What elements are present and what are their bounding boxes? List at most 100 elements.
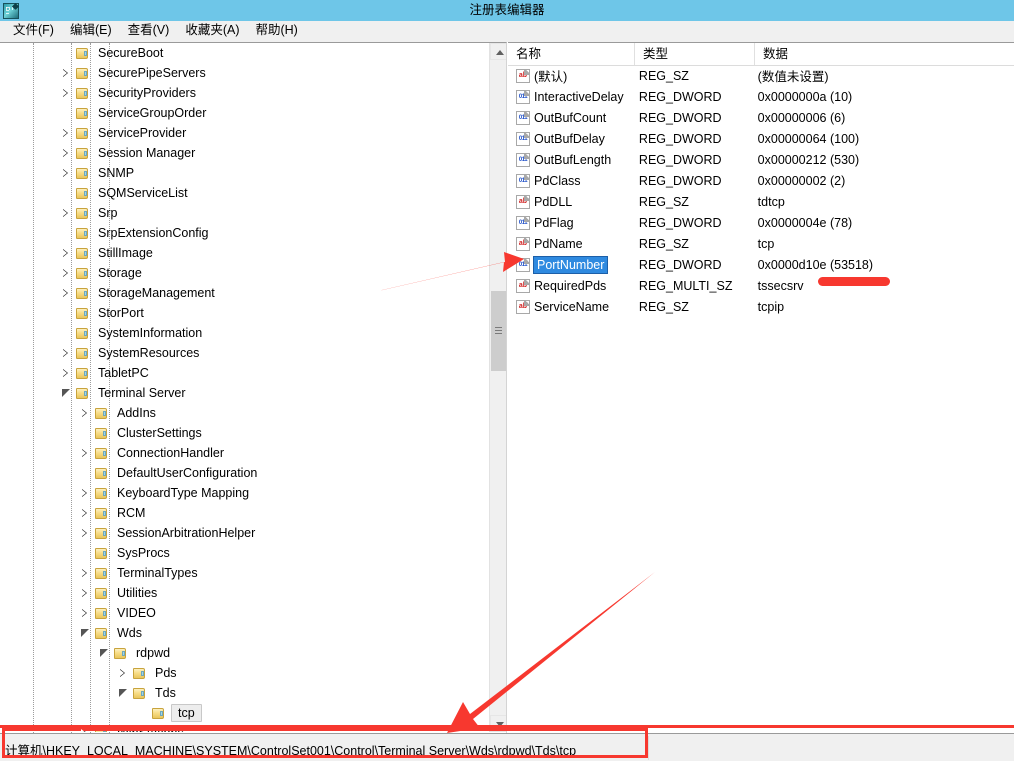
tree-node-wds[interactable]: Wds [0,623,490,643]
expand-triangle-icon[interactable] [116,663,132,683]
expand-triangle-icon[interactable] [59,83,75,103]
tree-node-terminaltypes[interactable]: TerminalTypes [0,563,490,583]
expand-triangle-icon[interactable] [78,603,94,623]
tree-node-servicegrouporder[interactable]: ServiceGroupOrder [0,103,490,123]
value-row[interactable]: ab PdDLL REG_SZ tdtcp [508,191,1014,212]
tree-node-winstations[interactable]: WinStations [0,723,490,732]
tree-node-clustersettings[interactable]: ClusterSettings [0,423,490,443]
value-row[interactable]: 011 PdClass REG_DWORD 0x00000002 (2) [508,170,1014,191]
expand-triangle-icon[interactable] [59,283,75,303]
menu-help[interactable]: 帮助(H) [247,21,305,41]
expand-triangle-icon[interactable] [78,583,94,603]
value-name: OutBufDelay [534,131,605,146]
tree-node-label: Tds [155,686,176,700]
expand-triangle-icon[interactable] [59,363,75,383]
value-row[interactable]: ab PdName REG_SZ tcp [508,233,1014,254]
expand-triangle-icon[interactable] [78,503,94,523]
expand-triangle-icon[interactable] [59,243,75,263]
expand-triangle-icon[interactable] [78,563,94,583]
tree-node-pds[interactable]: Pds [0,663,490,683]
expand-triangle-icon[interactable] [78,483,94,503]
scroll-down-icon[interactable] [490,715,506,732]
scroll-up-icon[interactable] [490,43,506,60]
menu-view[interactable]: 查看(V) [120,21,178,41]
collapse-triangle-icon[interactable] [97,643,113,663]
tree-node-defaultuserconfiguration[interactable]: DefaultUserConfiguration [0,463,490,483]
tree-node-tds[interactable]: Tds [0,683,490,703]
tree-node-stillimage[interactable]: StillImage [0,243,490,263]
tree-node-tabletpc[interactable]: TabletPC [0,363,490,383]
expand-triangle-icon[interactable] [78,403,94,423]
tree-node-session-manager[interactable]: Session Manager [0,143,490,163]
value-row[interactable]: 011 OutBufDelay REG_DWORD 0x00000064 (100) [508,128,1014,149]
tree-node-label: SNMP [98,166,135,180]
tree-node-keyboardtype-mapping[interactable]: KeyboardType Mapping [0,483,490,503]
column-data[interactable]: 数据 [755,43,1014,65]
tree-node-sysprocs[interactable]: SysProcs [0,543,490,563]
collapse-triangle-icon[interactable] [59,383,75,403]
tree-node-tcp[interactable]: tcp [0,703,490,723]
expand-triangle-icon[interactable] [78,723,94,732]
tree-node-connectionhandler[interactable]: ConnectionHandler [0,443,490,463]
tree-node-storport[interactable]: StorPort [0,303,490,323]
tree-node-storagemanagement[interactable]: StorageManagement [0,283,490,303]
tree-node-terminal-server[interactable]: Terminal Server [0,383,490,403]
registry-values-pane[interactable]: 名称 类型 数据 ab (默认) REG_SZ (数值未设置) 011 Interacti… [508,42,1014,733]
tree-node-rcm[interactable]: RCM [0,503,490,523]
tree-node-securityproviders[interactable]: SecurityProviders [0,83,490,103]
value-row[interactable]: 011 OutBufCount REG_DWORD 0x00000006 (6) [508,107,1014,128]
expand-triangle-icon[interactable] [59,343,75,363]
tree-node-rdpwd[interactable]: rdpwd [0,643,490,663]
value-name: OutBufCount [534,110,607,125]
scrollbar-thumb[interactable] [491,291,506,371]
tree-node-sqmservicelist[interactable]: SQMServiceList [0,183,490,203]
collapse-triangle-icon[interactable] [116,683,132,703]
column-name[interactable]: 名称 [508,43,635,65]
tree-node-sessionarbitrationhelper[interactable]: SessionArbitrationHelper [0,523,490,543]
menu-favorites[interactable]: 收藏夹(A) [177,21,247,41]
tree-node-secureboot[interactable]: SecureBoot [0,43,490,63]
value-row[interactable]: 011 InteractiveDelay REG_DWORD 0x0000000a (… [508,86,1014,107]
tree-node-srp[interactable]: Srp [0,203,490,223]
value-row[interactable]: ab ServiceName REG_SZ tcpip [508,296,1014,317]
collapse-triangle-icon[interactable] [78,623,94,643]
registry-tree-pane[interactable]: SecureBoot SecurePipeServers SecurityProvi… [0,42,507,733]
tree-node-label: rdpwd [136,646,171,660]
expand-triangle-icon[interactable] [59,123,75,143]
tree-node-systeminformation[interactable]: SystemInformation [0,323,490,343]
tree-node-video[interactable]: VIDEO [0,603,490,623]
expand-triangle-icon[interactable] [59,163,75,183]
column-type[interactable]: 类型 [635,43,755,65]
menu-file[interactable]: 文件(F) [5,21,62,41]
expand-triangle-icon[interactable] [59,143,75,163]
value-row[interactable]: ab RequiredPds REG_MULTI_SZ tssecsrv [508,275,1014,296]
tree-node-addins[interactable]: AddIns [0,403,490,423]
expand-triangle-icon[interactable] [78,523,94,543]
tree-node-serviceprovider[interactable]: ServiceProvider [0,123,490,143]
expand-triangle-icon[interactable] [59,63,75,83]
dword-value-icon: 011 [516,173,530,188]
value-row[interactable]: ab (默认) REG_SZ (数值未设置) [508,65,1014,86]
tree-node-storage[interactable]: Storage [0,263,490,283]
expand-triangle-icon[interactable] [78,443,94,463]
expand-triangle-icon[interactable] [59,203,75,223]
tree-node-utilities[interactable]: Utilities [0,583,490,603]
value-name: OutBufLength [534,152,612,167]
value-row[interactable]: 011 PdFlag REG_DWORD 0x0000004e (78) [508,212,1014,233]
value-row[interactable]: 011 PortNumber REG_DWORD 0x0000d10e (53518) [508,254,1014,275]
tree-vertical-scrollbar[interactable] [489,43,506,732]
expand-triangle-icon[interactable] [59,263,75,283]
tree-node-systemresources[interactable]: SystemResources [0,343,490,363]
value-row[interactable]: 011 OutBufLength REG_DWORD 0x00000212 (530) [508,149,1014,170]
tree-node-srpextensionconfig[interactable]: SrpExtensionConfig [0,223,490,243]
tree-node-snmp[interactable]: SNMP [0,163,490,183]
menu-edit[interactable]: 编辑(E) [62,21,120,41]
tree-node-securepipeservers[interactable]: SecurePipeServers [0,63,490,83]
